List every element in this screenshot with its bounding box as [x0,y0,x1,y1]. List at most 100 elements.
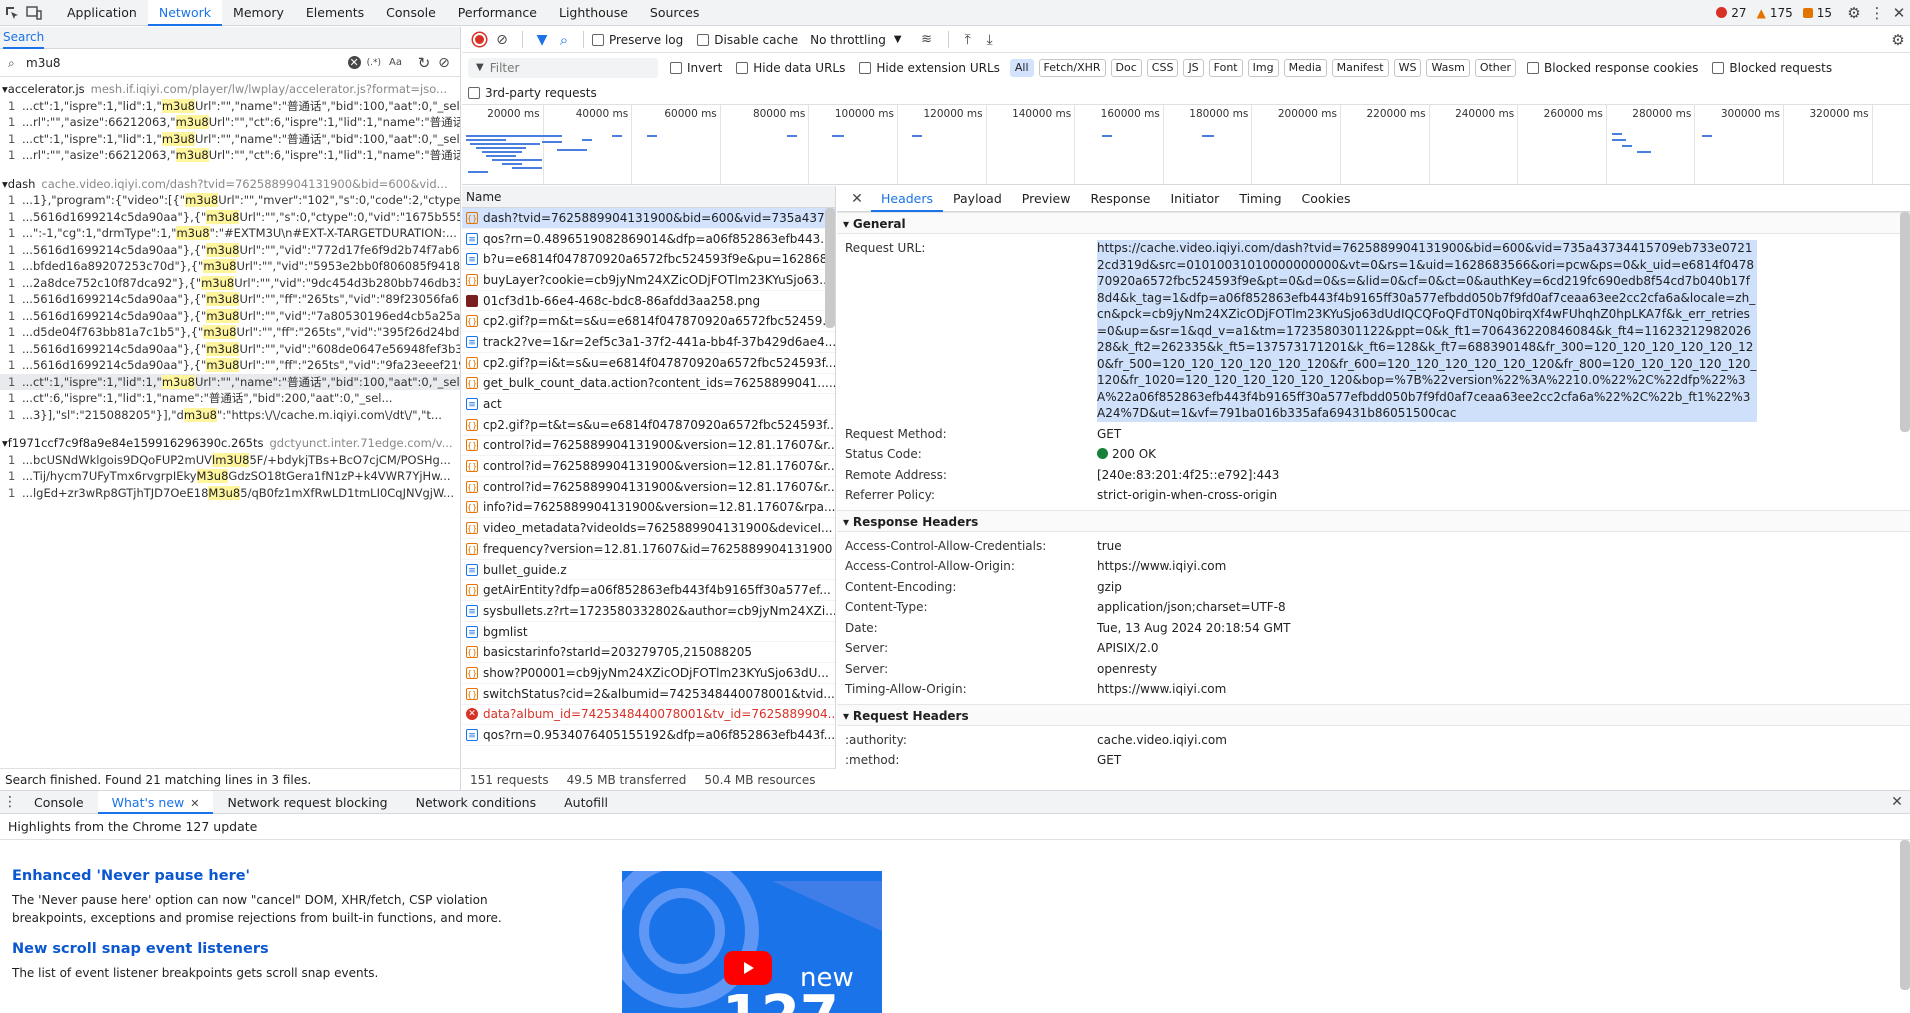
request-row[interactable]: ≡ bullet_guide.z [462,560,835,581]
request-row[interactable]: ≡ track2?ve=1&r=2ef5c3a1-37f2-441a-bb4f-3… [462,332,835,353]
preserve-log-checkbox[interactable]: Preserve log [592,33,683,47]
header-value[interactable]: openresty [1097,661,1157,678]
network-settings-gear-icon[interactable]: ⚙ [1886,31,1910,49]
close-drawer-icon[interactable]: ✕ [1884,794,1910,810]
header-value[interactable]: GET [1097,752,1121,769]
search-result-file[interactable]: ▾dash cache.video.iqiyi.com/dash?tvid=762… [0,176,460,193]
search-result-file[interactable]: ▾f1971ccf7c9f8a9e84e159916296390c.265ts g… [0,435,460,452]
search-result-line[interactable]: 1 ...d5de04f763bb81a7c1b5"},{"m3u8Url":""… [0,324,460,341]
tab-application[interactable]: Application [56,0,148,26]
disable-cache-checkbox[interactable]: Disable cache [697,33,798,47]
chrome-127-video-thumbnail[interactable]: new 127 [622,871,882,1013]
request-row[interactable]: {} info?id=7625889904131900&version=12.81… [462,498,835,519]
search-result-line[interactable]: 1 ...ct":6,"ispre":1,"lid":1,"name":"普通话"… [0,390,460,407]
drawer-tab-autofill[interactable]: Autofill [550,791,622,814]
tab-console[interactable]: Console [375,0,447,26]
header-value[interactable]: 200 OK [1097,446,1156,463]
inspect-element-icon[interactable] [2,6,22,20]
name-column-header[interactable]: Name [462,186,835,208]
clear-search-icon[interactable]: ✕ [347,56,361,69]
settings-gear-icon[interactable]: ⚙ [1842,4,1866,22]
feature-title-link[interactable]: New scroll snap event listeners [12,941,562,957]
more-options-icon[interactable]: ⋮ [1866,4,1888,22]
search-result-line[interactable]: 1 ...Tij/hycm7UFyTmx6rvgrpIEkyM3u8GdzSO18… [0,468,460,485]
regex-toggle[interactable]: (.*) [367,58,381,68]
search-result-line[interactable]: 1 ...ct":1,"ispre":1,"lid":1,"m3u8Url":""… [0,373,460,390]
request-row[interactable]: {} cp2.gif?p=i&t=s&u=e6814f047870920a6572… [462,353,835,374]
clear-results-icon[interactable]: ⊘ [434,55,454,71]
search-result-line[interactable]: 1 ...bfded16a89207253c70d"},{"m3u8Url":""… [0,258,460,275]
header-value[interactable]: Tue, 13 Aug 2024 20:18:54 GMT [1097,620,1291,637]
feature-title-link[interactable]: Enhanced 'Never pause here' [12,868,562,884]
detail-tab-timing[interactable]: Timing [1229,186,1291,212]
type-filter-other[interactable]: Other [1474,58,1517,77]
drawer-tab-network-request-blocking[interactable]: Network request blocking [213,791,401,814]
tab-lighthouse[interactable]: Lighthouse [548,0,639,26]
search-result-line[interactable]: 1 ...5616d1699214c5da90aa"},{"m3u8Url":""… [0,357,460,374]
type-filter-css[interactable]: CSS [1146,58,1179,77]
network-overview-timeline[interactable]: 20000 ms 40000 ms 60000 ms 80000 ms 100000 m… [462,105,1910,185]
tab-elements[interactable]: Elements [295,0,375,26]
drawer-tab-what-s-new[interactable]: What's new ✕ [97,790,214,814]
drawer-tab-console[interactable]: Console [20,791,98,814]
search-input[interactable]: ⌕ m3u8 [6,52,348,74]
device-toolbar-icon[interactable] [22,5,46,20]
tab-network[interactable]: Network [147,0,223,26]
export-har-icon[interactable]: ⤓ [979,32,1001,48]
request-row[interactable]: {} control?id=7625889904131900&version=12… [462,477,835,498]
type-filter-doc[interactable]: Doc [1110,58,1142,77]
network-conditions-icon[interactable]: ≋ [914,32,940,47]
request-row[interactable]: ≡ act [462,394,835,415]
request-row[interactable]: ≡ qos?rn=0.9534076405155192&dfp=a06f85286… [462,725,835,746]
blocked-requests-checkbox[interactable]: Blocked requests [1712,61,1832,75]
clear-log-icon[interactable]: ⊘ [490,32,514,48]
header-value[interactable]: APISIX/2.0 [1097,640,1159,657]
detail-tab-cookies[interactable]: Cookies [1292,186,1361,212]
request-row[interactable]: ≡ sysbullets.z?rt=1723580332802&author=cb… [462,601,835,622]
drawer-scrollbar[interactable] [1900,840,1910,990]
search-result-line[interactable]: 1 ...rl":"","asize":66212063,"m3u8Url":""… [0,114,460,131]
response-headers-section-header[interactable]: Response Headers [837,509,1910,532]
request-row[interactable]: {} cp2.gif?p=m&t=s&u=e6814f047870920a6572… [462,311,835,333]
third-party-checkbox[interactable]: 3rd-party requests [468,86,597,100]
invert-checkbox[interactable]: Invert [670,61,722,75]
search-result-line[interactable]: 1 ...ct":1,"ispre":1,"lid":1,"m3u8Url":""… [0,98,460,115]
request-row[interactable]: {} cp2.gif?p=t&t=s&u=e6814f047870920a6572… [462,415,835,436]
search-result-file[interactable]: ▾accelerator.js mesh.if.iqiyi.com/player/… [0,81,460,98]
request-headers-section-header[interactable]: Request Headers [837,703,1910,726]
drawer-menu-icon[interactable]: ⋮ [0,794,20,810]
issues-count-badge[interactable]: 15 [1802,6,1832,20]
search-result-line[interactable]: 1 ...5616d1699214c5da90aa"},{"m3u8Url":""… [0,308,460,325]
header-value[interactable]: gzip [1097,579,1122,596]
import-har-icon[interactable]: ⤒ [957,32,979,48]
error-count-badge[interactable]: 27 [1716,6,1747,20]
general-section-header[interactable]: General [837,212,1910,234]
detail-scrollbar[interactable] [1900,212,1910,432]
search-result-line[interactable]: 1 ...5616d1699214c5da90aa"},{"m3u8Url":""… [0,242,460,259]
search-result-line[interactable]: 1 ...5616d1699214c5da90aa"},{"m3u8Url":""… [0,291,460,308]
close-tab-icon[interactable]: ✕ [190,797,199,810]
type-filter-all[interactable]: All [1009,58,1034,77]
request-row[interactable]: {} buyLayer?cookie=cb9jyNm24XZicODjFOTlm2… [462,270,835,291]
type-filter-wasm[interactable]: Wasm [1426,58,1470,77]
detail-tab-response[interactable]: Response [1080,186,1160,212]
request-row[interactable]: {} frequency?version=12.81.17607&id=76258… [462,539,835,560]
request-row[interactable]: {} switchStatus?cid=2&albumid=74253484400… [462,684,835,705]
request-row[interactable]: ✕ data?album_id=7425348440078001&tv_id=76… [462,705,835,726]
request-row[interactable]: ≡ bgmlist [462,622,835,643]
request-row[interactable]: {} get_bulk_count_data.action?content_ids… [462,374,835,395]
drawer-tab-network-conditions[interactable]: Network conditions [402,791,550,814]
warning-count-badge[interactable]: ▲ 175 [1757,6,1793,20]
request-row[interactable]: {} getAirEntity?dfp=a06f852863efb443f4b91… [462,580,835,602]
request-row[interactable]: {} control?id=7625889904131900&version=12… [462,436,835,457]
type-filter-ws[interactable]: WS [1393,58,1422,77]
request-row[interactable]: 01cf3d1b-66e4-468c-bdc8-86afdd3aa258.png [462,291,835,312]
search-result-line[interactable]: 1 ...bcUSNdWklgois9DQoFUP2mUVlm3U85F/+bdy… [0,452,460,469]
type-filter-img[interactable]: Img [1247,58,1279,77]
search-result-line[interactable]: 1 ...rl":"","asize":66212063,"m3u8Url":""… [0,147,460,164]
type-filter-fetchxhr[interactable]: Fetch/XHR [1038,58,1106,77]
header-value[interactable]: true [1097,538,1122,555]
close-devtools-icon[interactable]: ✕ [1888,4,1910,22]
search-result-line[interactable]: 1 ...3}],"sl":"215088205"}],"dm3u8":"http… [0,407,460,424]
detail-tab-headers[interactable]: Headers [871,186,944,212]
